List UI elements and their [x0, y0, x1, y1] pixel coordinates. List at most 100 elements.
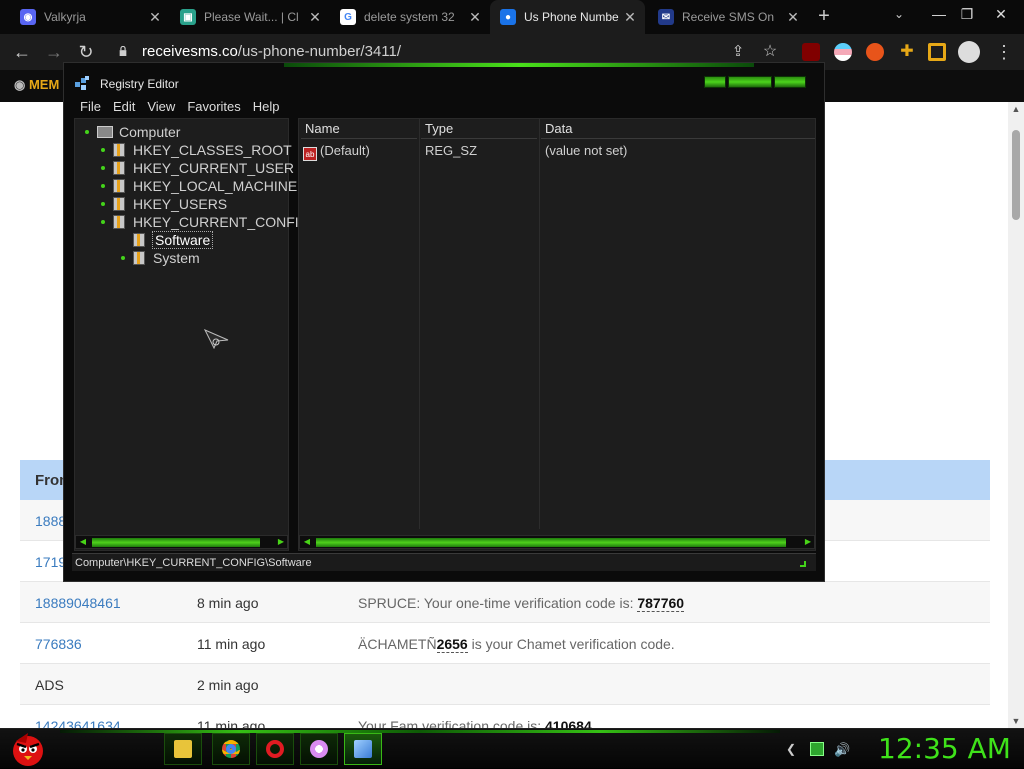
browser-tab-strip: ◉ Valkyrja ✕ ▣ Please Wait... | Cl ✕ G d…	[0, 0, 1024, 34]
profile-avatar-icon[interactable]	[958, 41, 980, 63]
expand-icon[interactable]	[101, 148, 105, 152]
tree-node-hklm[interactable]: HKEY_LOCAL_MACHINE	[101, 177, 297, 195]
expand-icon[interactable]	[101, 202, 105, 206]
menu-edit[interactable]: Edit	[107, 97, 141, 117]
share-icon[interactable]: ⇪	[726, 40, 750, 64]
scrollbar-thumb[interactable]	[316, 538, 786, 547]
verification-code[interactable]: 410684	[545, 718, 592, 728]
tree-node-computer[interactable]: Computer	[85, 123, 180, 141]
resize-grip[interactable]	[800, 561, 806, 567]
minimize-button[interactable]	[704, 76, 726, 88]
minimize-button[interactable]: —	[924, 0, 954, 30]
verification-code[interactable]: 2656	[436, 636, 468, 653]
bookmark-star-icon[interactable]: ☆	[758, 40, 782, 64]
expand-icon[interactable]	[101, 166, 105, 170]
taskbar-opera[interactable]	[256, 733, 294, 765]
sender-link[interactable]: 18889048461	[35, 595, 121, 611]
close-tab-icon[interactable]: ✕	[784, 9, 802, 26]
forward-icon[interactable]: →	[42, 40, 66, 64]
menu-favorites[interactable]: Favorites	[181, 97, 246, 117]
new-tab-button[interactable]: +	[812, 5, 836, 29]
menu-file[interactable]: File	[74, 97, 107, 117]
list-horizontal-scrollbar[interactable]: ◀ ▶	[299, 535, 815, 549]
menu-help[interactable]: Help	[247, 97, 286, 117]
sender-link[interactable]: 1719	[35, 554, 66, 570]
close-tab-icon[interactable]: ✕	[466, 9, 484, 26]
scroll-left-icon[interactable]: ◀	[77, 536, 89, 548]
scroll-right-icon[interactable]: ▶	[275, 536, 287, 548]
reload-icon[interactable]: ↻	[74, 40, 98, 64]
scroll-up-icon[interactable]: ▲	[1008, 102, 1024, 116]
message-body: ÄCHAMETÑ	[358, 636, 437, 652]
column-name[interactable]: Name	[301, 121, 417, 139]
regedit-icon	[75, 76, 89, 90]
tab-valkyrja[interactable]: ◉ Valkyrja ✕	[10, 0, 170, 34]
tree-node-hkcu[interactable]: HKEY_CURRENT_USER	[101, 159, 294, 177]
cloudflare-icon: ▣	[180, 9, 196, 25]
extensions-puzzle-icon[interactable]: ✚	[895, 40, 919, 64]
taskbar-explorer[interactable]	[164, 733, 202, 765]
side-panel-icon[interactable]	[928, 43, 946, 61]
table-row: 18889048461 8 min ago SPRUCE: Your one-t…	[20, 582, 990, 623]
tree-node-hkcr[interactable]: HKEY_CLASSES_ROOT	[101, 141, 292, 159]
column-data[interactable]: Data	[541, 121, 815, 139]
page-scrollbar[interactable]: ▲ ▼	[1008, 102, 1024, 728]
scroll-down-icon[interactable]: ▼	[1008, 714, 1024, 728]
flag-extension-icon[interactable]	[834, 43, 852, 61]
sender-link[interactable]: 1888	[35, 513, 66, 529]
tab-receive-sms[interactable]: ✉ Receive SMS On ✕	[648, 0, 808, 34]
scroll-right-icon[interactable]: ▶	[802, 536, 814, 548]
expand-icon[interactable]	[101, 184, 105, 188]
restore-button[interactable]: ❐	[952, 0, 982, 30]
battery-icon[interactable]	[810, 742, 824, 756]
taskbar-clock[interactable]: 12:35 AM	[878, 732, 1011, 765]
sender-link[interactable]: 14243641634	[35, 718, 121, 728]
scrollbar-thumb[interactable]	[92, 538, 260, 547]
ublock-icon[interactable]	[802, 43, 820, 61]
tree-label: HKEY_CURRENT_USER	[133, 160, 295, 176]
tree-horizontal-scrollbar[interactable]: ◀ ▶	[75, 535, 288, 549]
tab-title: Us Phone Numbe	[524, 10, 619, 24]
url-path: /us-phone-number/3411/	[237, 43, 402, 60]
verification-code[interactable]: 787760	[637, 595, 685, 612]
value-name-cell[interactable]: ab (Default)	[303, 143, 370, 161]
taskbar-chrome[interactable]	[212, 733, 250, 765]
menu-bar: File Edit View Favorites Help	[74, 97, 286, 117]
scroll-left-icon[interactable]: ◀	[301, 536, 313, 548]
expand-icon[interactable]	[121, 256, 125, 260]
chrome-icon	[222, 740, 240, 758]
taskbar-regedit[interactable]	[344, 733, 382, 765]
scrollbar-thumb[interactable]	[1012, 130, 1020, 220]
message-body: Your Fam verification code is:	[358, 718, 546, 728]
tab-title: Receive SMS On	[682, 10, 775, 24]
menu-view[interactable]: View	[141, 97, 181, 117]
maximize-button[interactable]	[728, 76, 772, 88]
chrome-menu-icon[interactable]: ⋮	[992, 40, 1016, 64]
close-tab-icon[interactable]: ✕	[621, 9, 639, 26]
taskbar-app[interactable]	[300, 733, 338, 765]
tree-node-hku[interactable]: HKEY_USERS	[101, 195, 227, 213]
tab-search-button[interactable]: ⌄	[894, 7, 904, 21]
window-titlebar[interactable]: Registry Editor	[64, 69, 824, 97]
tree-node-software[interactable]: Software	[121, 231, 214, 249]
tab-delete-system-32[interactable]: G delete system 32 ✕	[330, 0, 490, 34]
tree-node-hkcc[interactable]: HKEY_CURRENT_CONFI	[101, 213, 299, 231]
sender-link[interactable]: 776836	[35, 636, 82, 652]
fire-extension-icon[interactable]	[866, 43, 884, 61]
tab-please-wait[interactable]: ▣ Please Wait... | Cl ✕	[170, 0, 330, 34]
close-button[interactable]	[774, 76, 806, 88]
back-icon[interactable]: ←	[10, 40, 34, 64]
tree-node-system[interactable]: System	[121, 249, 200, 267]
close-tab-icon[interactable]: ✕	[306, 9, 324, 26]
column-type[interactable]: Type	[421, 121, 537, 139]
start-button-icon[interactable]	[8, 729, 48, 769]
volume-icon[interactable]: 🔊	[834, 742, 850, 757]
folder-icon	[133, 251, 145, 265]
tray-expand-icon[interactable]: ❮	[786, 742, 800, 756]
collapse-icon[interactable]	[101, 220, 105, 224]
close-tab-icon[interactable]: ✕	[146, 9, 164, 26]
expand-icon[interactable]	[85, 130, 89, 134]
tab-us-phone-number[interactable]: ● Us Phone Numbe ✕	[490, 0, 645, 34]
site-menu-link[interactable]: ◉ MEM	[14, 77, 59, 93]
close-window-button[interactable]: ✕	[986, 0, 1016, 30]
